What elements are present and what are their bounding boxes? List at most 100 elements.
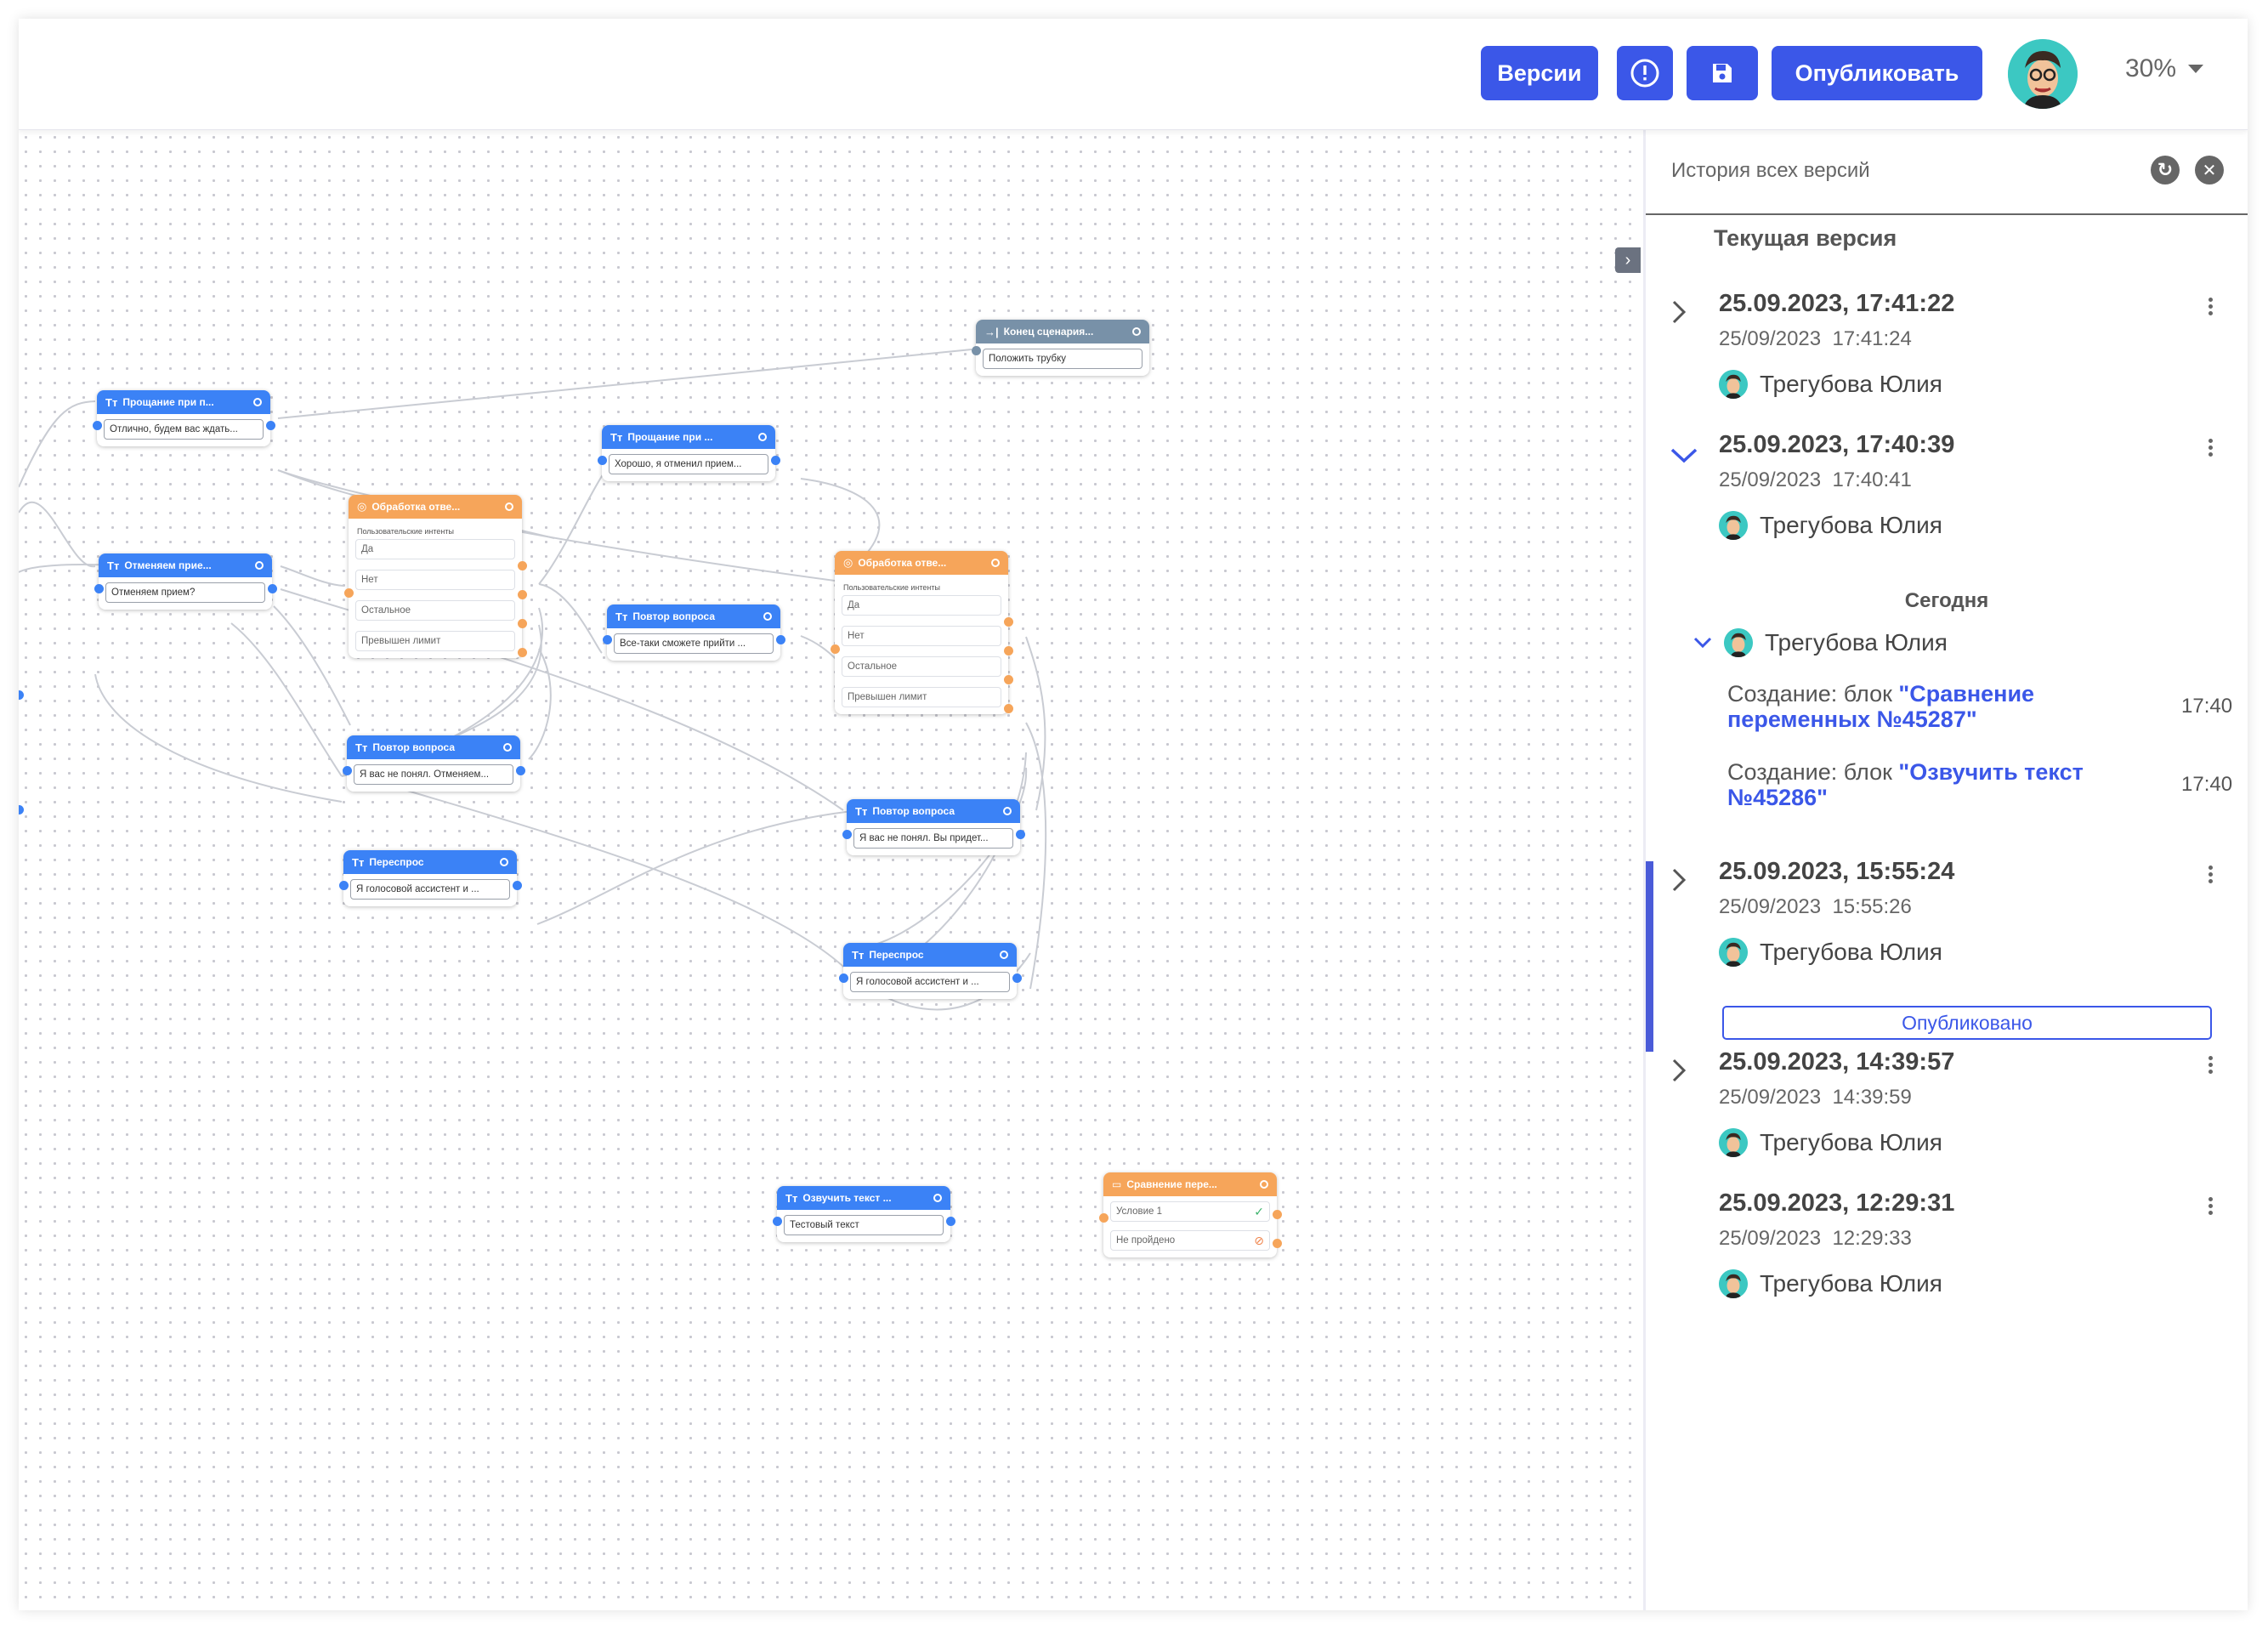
output-port[interactable] bbox=[518, 590, 527, 599]
input-port[interactable] bbox=[598, 456, 607, 465]
node-title: Конец сценария... bbox=[1003, 326, 1094, 338]
output-port[interactable] bbox=[518, 561, 527, 570]
more-menu-icon[interactable] bbox=[2208, 1195, 2215, 1217]
panel-header: История всех версий ↻ ✕ bbox=[1646, 130, 2248, 215]
more-menu-icon[interactable] bbox=[2208, 863, 2215, 886]
output-port[interactable] bbox=[776, 635, 785, 644]
more-menu-icon[interactable] bbox=[2208, 295, 2215, 318]
input-port[interactable] bbox=[93, 421, 102, 430]
input-port[interactable] bbox=[94, 584, 104, 593]
input-port[interactable] bbox=[831, 644, 840, 654]
text-node[interactable]: Tт Прощание при п... Отлично, будем вас ж… bbox=[93, 390, 275, 446]
intent-row: Превышен лимит bbox=[842, 687, 1001, 707]
output-port[interactable] bbox=[1273, 1239, 1282, 1248]
text-node[interactable]: Tт Переспрос Я голосовой ассистент и ... bbox=[839, 943, 1022, 999]
input-port[interactable] bbox=[344, 588, 354, 598]
intent-row: Нет bbox=[842, 626, 1001, 646]
close-panel-button[interactable]: ✕ bbox=[2195, 156, 2224, 184]
node-title: Переспрос bbox=[869, 949, 924, 961]
info-button[interactable] bbox=[1617, 46, 1673, 100]
intent-processing-node[interactable]: ◎ Обработка отве... Пользовательские инте… bbox=[831, 551, 1013, 714]
refresh-button[interactable]: ↻ bbox=[2151, 156, 2180, 184]
text-node[interactable]: Tт Отменяем прие... Отменяем прием? bbox=[94, 553, 277, 610]
chevron-right-icon[interactable] bbox=[1670, 1057, 1688, 1091]
version-author: Трегубова Юлия bbox=[1719, 1128, 1942, 1157]
node-subtitle: Пользовательские интенты bbox=[357, 527, 454, 536]
output-port[interactable] bbox=[1016, 830, 1025, 839]
text-node[interactable]: Tт Переспрос Я голосовой ассистент и ... bbox=[339, 850, 522, 906]
collapse-panel-button[interactable]: › bbox=[1615, 247, 1641, 273]
flow-canvas[interactable]: Tт Прощание при п... Отлично, будем вас ж… bbox=[19, 130, 1642, 1610]
text-node[interactable]: Tт Повтор вопроса Я вас не понял. Вы прид… bbox=[842, 799, 1025, 855]
output-port[interactable] bbox=[516, 766, 525, 775]
gear-icon[interactable] bbox=[1000, 951, 1008, 959]
input-port[interactable] bbox=[603, 635, 612, 644]
chevron-down-icon[interactable] bbox=[1693, 636, 1712, 650]
input-port[interactable] bbox=[839, 973, 848, 983]
input-port[interactable] bbox=[343, 766, 352, 775]
gear-icon[interactable] bbox=[505, 502, 513, 511]
author-name: Трегубова Юлия bbox=[1760, 371, 1942, 397]
gear-icon[interactable] bbox=[503, 743, 512, 752]
gear-icon[interactable] bbox=[758, 433, 767, 441]
output-port[interactable] bbox=[1004, 704, 1013, 713]
input-port[interactable] bbox=[1099, 1213, 1108, 1223]
gear-icon[interactable] bbox=[991, 559, 1000, 567]
end-scenario-node[interactable]: →| Конец сценария... Положить трубку bbox=[972, 320, 1149, 376]
more-menu-icon[interactable] bbox=[2208, 1053, 2215, 1076]
gear-icon[interactable] bbox=[933, 1194, 942, 1202]
speak-text-node[interactable]: Tт Озвучить текст ... Тестовый текст bbox=[773, 1186, 955, 1242]
gear-icon[interactable] bbox=[1003, 807, 1012, 815]
output-port[interactable] bbox=[946, 1217, 955, 1226]
input-port[interactable] bbox=[972, 346, 981, 355]
output-port[interactable] bbox=[771, 456, 780, 465]
node-title: Прощание при ... bbox=[627, 431, 713, 443]
node-title: Озвучить текст ... bbox=[802, 1192, 892, 1204]
save-button[interactable] bbox=[1687, 46, 1758, 100]
gear-icon[interactable] bbox=[253, 398, 262, 406]
user-avatar[interactable] bbox=[2008, 39, 2078, 109]
chevron-right-icon[interactable] bbox=[1670, 866, 1688, 900]
output-port[interactable] bbox=[1012, 973, 1022, 983]
intent-row: Да bbox=[842, 595, 1001, 616]
output-port[interactable] bbox=[1004, 675, 1013, 684]
text-node[interactable]: Tт Прощание при ... Хорошо, я отменил при… bbox=[598, 425, 780, 481]
gear-icon[interactable] bbox=[763, 612, 772, 621]
author-name: Трегубова Юлия bbox=[1760, 939, 1942, 965]
output-port[interactable] bbox=[513, 881, 522, 890]
change-prefix: Создание: блок bbox=[1727, 681, 1899, 707]
chevron-right-icon[interactable] bbox=[1670, 298, 1688, 332]
output-port[interactable] bbox=[1004, 646, 1013, 656]
author-name: Трегубова Юлия bbox=[1760, 512, 1942, 538]
version-timestamp: 25/09/2023 17:41:24 bbox=[1719, 327, 1912, 350]
output-port[interactable] bbox=[518, 619, 527, 628]
publish-button[interactable]: Опубликовать bbox=[1772, 46, 1982, 100]
today-author-group[interactable]: Трегубова Юлия bbox=[1693, 628, 1948, 657]
output-port[interactable] bbox=[1273, 1210, 1282, 1219]
zoom-select[interactable]: 30% bbox=[2125, 54, 2204, 83]
intent-processing-node[interactable]: ◎ Обработка отве... Пользовательские инте… bbox=[344, 495, 527, 658]
node-text: Я вас не понял. Отменяем... bbox=[354, 764, 513, 785]
input-port[interactable] bbox=[773, 1217, 782, 1226]
output-port[interactable] bbox=[1004, 617, 1013, 627]
output-port[interactable] bbox=[268, 584, 277, 593]
input-port[interactable] bbox=[842, 830, 852, 839]
input-port[interactable] bbox=[339, 881, 349, 890]
versions-button[interactable]: Версии bbox=[1481, 46, 1598, 100]
gear-icon[interactable] bbox=[500, 858, 508, 866]
output-port[interactable] bbox=[518, 648, 527, 657]
chevron-down-icon[interactable] bbox=[1670, 443, 1698, 472]
blocked-icon: ⊘ bbox=[1254, 1233, 1264, 1247]
output-port[interactable] bbox=[266, 421, 275, 430]
change-prefix: Создание: блок bbox=[1727, 759, 1899, 785]
intent-row: Остальное bbox=[842, 656, 1001, 677]
more-menu-icon[interactable] bbox=[2208, 436, 2215, 459]
author-name: Трегубова Юлия bbox=[1765, 629, 1948, 656]
gear-icon[interactable] bbox=[1132, 327, 1141, 336]
compare-variables-node[interactable]: ▭ Сравнение пере... Условие 1 ✓ Не пройден… bbox=[1099, 1172, 1282, 1257]
gear-icon[interactable] bbox=[1260, 1180, 1268, 1189]
avatar bbox=[1724, 628, 1753, 657]
gear-icon[interactable] bbox=[255, 561, 264, 570]
text-node[interactable]: Tт Повтор вопроса Я вас не понял. Отменяе… bbox=[343, 735, 525, 792]
text-node[interactable]: Tт Повтор вопроса Все-таки сможете прийти… bbox=[603, 604, 785, 661]
